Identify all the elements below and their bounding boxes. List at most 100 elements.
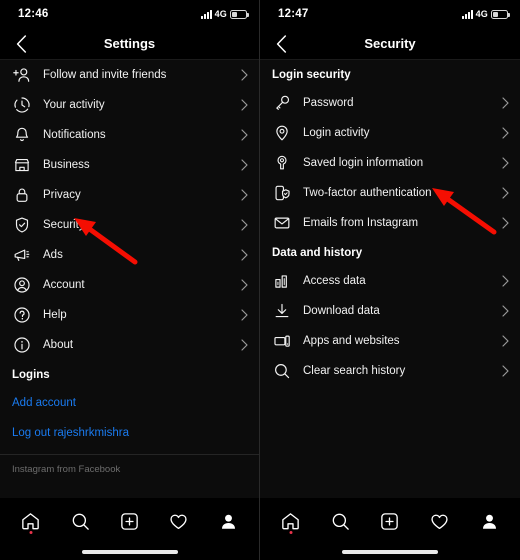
security-row-apps-and-websites[interactable]: Apps and websites <box>260 326 520 356</box>
heart-icon <box>431 514 448 529</box>
chevron-right-icon <box>239 219 249 231</box>
tab-profile[interactable] <box>211 504 245 538</box>
chevron-right-icon <box>500 127 510 139</box>
status-bar-left: 12:46 4G <box>0 0 259 28</box>
home-notification-badge <box>289 531 293 534</box>
signal-bars-icon <box>200 9 212 19</box>
settings-row-label: Business <box>43 159 90 171</box>
chevron-left-icon <box>276 34 286 53</box>
chevron-right-icon <box>239 189 249 201</box>
search-icon <box>332 513 349 530</box>
chevron-right-icon <box>239 159 249 171</box>
security-screen: 12:47 4G Security Login security Passwor… <box>260 0 520 560</box>
settings-row-label: Security <box>43 219 85 231</box>
settings-row-business[interactable]: Business <box>0 150 259 180</box>
log-out-label: Log out rajeshrkmishra <box>12 427 129 439</box>
chevron-right-icon <box>500 305 510 317</box>
tab-search[interactable] <box>63 504 97 538</box>
back-button[interactable] <box>0 28 42 60</box>
settings-row-about[interactable]: About <box>0 330 259 360</box>
home-indicator-right <box>260 544 520 560</box>
chevron-right-icon <box>239 339 249 351</box>
security-list: Login security Password Login activity S… <box>260 60 520 498</box>
tab-activity[interactable] <box>162 504 196 538</box>
settings-row-label: Notifications <box>43 129 106 141</box>
settings-row-help[interactable]: Help <box>0 300 259 330</box>
phone-shield-icon <box>272 183 292 203</box>
security-row-two-factor-authentication[interactable]: Two-factor authentication <box>260 178 520 208</box>
settings-row-security[interactable]: Security <box>0 210 259 240</box>
bar-chart-icon <box>272 271 292 291</box>
settings-row-follow-and-invite-friends[interactable]: Follow and invite friends <box>0 60 259 90</box>
settings-row-notifications[interactable]: Notifications <box>0 120 259 150</box>
megaphone-icon <box>12 245 32 265</box>
settings-row-privacy[interactable]: Privacy <box>0 180 259 210</box>
key-icon <box>272 93 292 113</box>
home-indicator-left <box>0 544 259 560</box>
add-account-label: Add account <box>12 397 76 409</box>
security-row-label: Apps and websites <box>303 335 400 347</box>
keyhole-icon <box>272 153 292 173</box>
tab-add-post[interactable] <box>373 504 407 538</box>
shield-check-icon <box>12 215 32 235</box>
add-account-link[interactable]: Add account <box>0 388 259 418</box>
search-icon <box>72 513 89 530</box>
security-row-label: Saved login information <box>303 157 424 169</box>
settings-row-ads[interactable]: Ads <box>0 240 259 270</box>
security-row-clear-search-history[interactable]: Clear search history <box>260 356 520 386</box>
tab-home[interactable] <box>274 504 308 538</box>
apps-screens-icon <box>272 331 292 351</box>
nav-header-left: Settings <box>0 28 259 60</box>
security-row-access-data[interactable]: Access data <box>260 266 520 296</box>
chevron-right-icon <box>239 309 249 321</box>
nav-header-right: Security <box>260 28 520 60</box>
tab-activity[interactable] <box>423 504 457 538</box>
chevron-right-icon <box>239 69 249 81</box>
envelope-icon <box>272 213 292 233</box>
profile-icon <box>482 514 496 529</box>
security-row-saved-login-information[interactable]: Saved login information <box>260 148 520 178</box>
settings-row-label: About <box>43 339 74 351</box>
settings-row-your-activity[interactable]: Your activity <box>0 90 259 120</box>
chevron-right-icon <box>500 187 510 199</box>
download-icon <box>272 301 292 321</box>
add-square-icon <box>121 512 138 530</box>
settings-row-account[interactable]: Account <box>0 270 259 300</box>
tab-search[interactable] <box>323 504 357 538</box>
tab-home[interactable] <box>14 504 48 538</box>
status-clock: 12:46 <box>18 8 49 20</box>
chevron-right-icon <box>239 129 249 141</box>
signal-bars-icon <box>461 9 473 19</box>
log-out-link[interactable]: Log out rajeshrkmishra <box>0 418 259 448</box>
settings-row-label: Ads <box>43 249 63 261</box>
chevron-right-icon <box>500 97 510 109</box>
status-clock: 12:47 <box>278 8 309 20</box>
location-pin-icon <box>272 123 292 143</box>
chevron-right-icon <box>500 217 510 229</box>
clock-activity-icon <box>12 95 32 115</box>
question-circle-icon <box>12 305 32 325</box>
home-icon <box>282 512 300 529</box>
chevron-left-icon <box>16 34 26 53</box>
security-row-label: Emails from Instagram <box>303 217 419 229</box>
bottom-tab-bar-left <box>0 498 259 560</box>
settings-row-label: Your activity <box>43 99 105 111</box>
security-row-label: Access data <box>303 275 366 287</box>
security-row-emails-from-instagram[interactable]: Emails from Instagram <box>260 208 520 238</box>
tab-profile[interactable] <box>472 504 506 538</box>
security-row-label: Login activity <box>303 127 370 139</box>
settings-row-label: Account <box>43 279 85 291</box>
battery-icon <box>491 9 510 19</box>
settings-row-label: Help <box>43 309 67 321</box>
security-row-label: Password <box>303 97 354 109</box>
settings-list: Follow and invite friends Your activity <box>0 60 259 498</box>
security-row-password[interactable]: Password <box>260 88 520 118</box>
security-row-login-activity[interactable]: Login activity <box>260 118 520 148</box>
back-button[interactable] <box>260 28 302 60</box>
chevron-right-icon <box>500 335 510 347</box>
data-and-history-section-title: Data and history <box>272 247 363 259</box>
profile-icon <box>221 514 235 529</box>
security-row-download-data[interactable]: Download data <box>260 296 520 326</box>
tab-add-post[interactable] <box>112 504 146 538</box>
bell-icon <box>12 125 32 145</box>
